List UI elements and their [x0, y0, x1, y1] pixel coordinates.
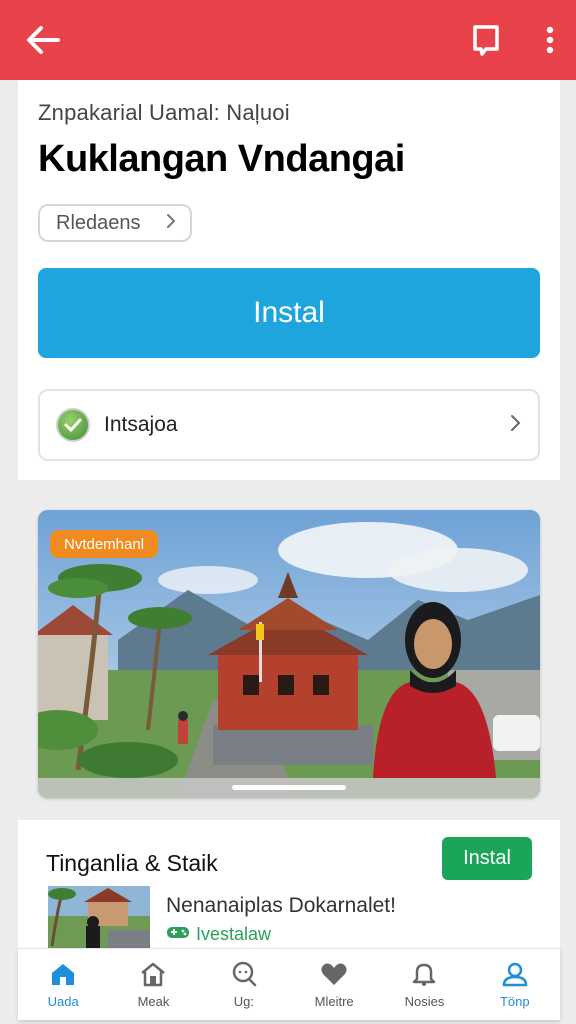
more-vert-icon[interactable]: [546, 26, 554, 54]
app-info-card: Znpakarial Uamal: Naļuoi Kuklangan Vndan…: [18, 80, 560, 480]
nav-item-house[interactable]: Meak: [109, 961, 197, 1009]
nav-label: Tönp: [499, 993, 530, 1009]
section-title: Tinganlia & Staik: [46, 850, 218, 876]
item-thumbnail[interactable]: [48, 886, 150, 950]
bookmark-icon[interactable]: [472, 24, 500, 56]
item-tag: Ivestalaw: [166, 924, 271, 945]
carousel-indicator[interactable]: [232, 785, 346, 790]
profile-icon: [501, 961, 529, 990]
search-chat-icon: [230, 961, 258, 990]
bell-icon: [410, 961, 438, 990]
app-subtitle: Znpakarial Uamal: Naļuoi: [38, 100, 290, 125]
nav-label: Nosies: [404, 993, 445, 1009]
app-title: Kuklangan Vndangai: [38, 138, 405, 180]
nav-label: Meak: [137, 993, 170, 1009]
nav-item-search[interactable]: Ug:: [200, 961, 288, 1009]
developer-name: Intsajoa: [104, 413, 178, 436]
nav-label: Uada: [47, 993, 79, 1009]
developer-logo-icon: [56, 408, 90, 442]
item-tag-label: Ivestalaw: [196, 924, 272, 944]
item-name: Nenanaiplas Dokarnalet!: [166, 894, 396, 917]
category-chip[interactable]: Rledaens: [38, 204, 192, 242]
install-button[interactable]: Instal: [38, 268, 540, 358]
nav-label: Mleitre: [314, 993, 354, 1009]
arrow-left-icon[interactable]: [24, 24, 62, 56]
media-badge: Nvtdemhanl: [50, 530, 159, 558]
nav-item-notifications[interactable]: Nosies: [380, 961, 468, 1009]
media-screenshot[interactable]: Nvtdemhanl: [38, 510, 540, 798]
chevron-right-icon: [510, 414, 522, 437]
chevron-right-icon: [166, 212, 176, 235]
related-section: Tinganlia & Staik Instal Nenanaiplas Dok…: [18, 820, 560, 950]
developer-row[interactable]: Intsajoa: [38, 389, 540, 461]
gamepad-icon: [166, 924, 190, 945]
nav-label: Ug:: [233, 993, 254, 1009]
nav-item-favorites[interactable]: Mleitre: [290, 961, 378, 1009]
nav-item-profile[interactable]: Tönp: [471, 961, 559, 1009]
nav-item-home[interactable]: Uada: [19, 961, 107, 1009]
bottom-navigation: Uada Meak Ug: Mleitre Nosies Tönp: [18, 948, 560, 1020]
heart-icon: [320, 961, 348, 990]
app-bar: [0, 0, 576, 80]
house-icon: [139, 961, 167, 990]
chip-label: Rledaens: [56, 211, 141, 234]
home-icon: [49, 961, 77, 990]
section-install-button[interactable]: Instal: [442, 837, 532, 880]
